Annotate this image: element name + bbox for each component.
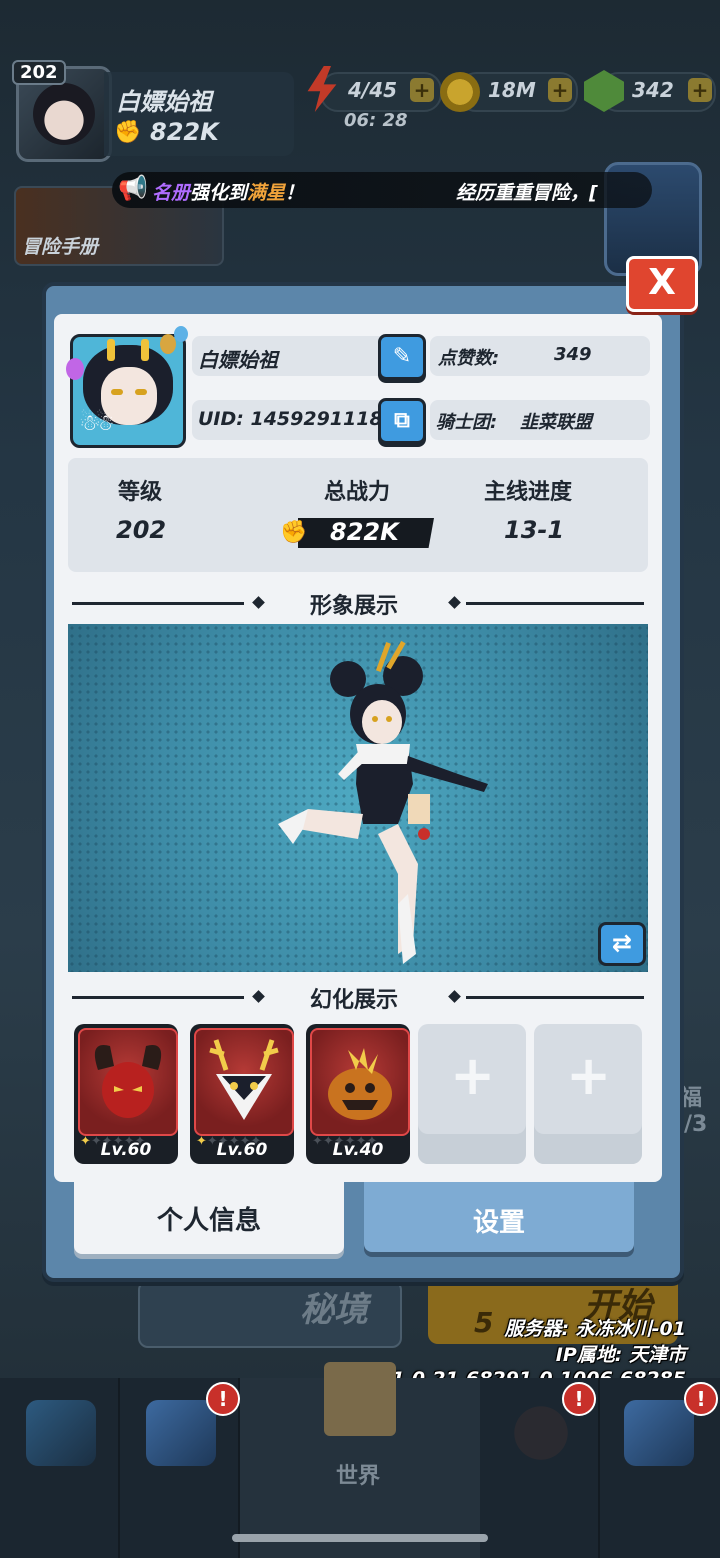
power-value: 822K [330, 518, 399, 546]
gem-value: 342 [632, 78, 674, 102]
handbook-label: 冒险手册 [22, 236, 99, 258]
transform-card[interactable]: ✦✦✦✦✦✦ Lv.60 [190, 1024, 294, 1164]
crystal-icon [26, 1400, 96, 1466]
transform-level: Lv.40 [332, 1140, 384, 1160]
tab-profile[interactable]: 个人信息 [74, 1180, 344, 1254]
profile-name: 白嫖始祖 [198, 348, 278, 372]
announcement-text-2: 经历重重冒险，[ [456, 182, 598, 204]
horned-demon-icon [78, 1028, 178, 1136]
empty-transform-slot[interactable]: + [534, 1024, 642, 1164]
divider-line [72, 996, 244, 999]
uid-text: UID: 1459291118 [198, 408, 383, 430]
transform-card[interactable]: ✦✦✦✦✦✦ Lv.40 [306, 1024, 410, 1164]
avatar-eye [111, 389, 123, 395]
secret-realm-label: 秘境 [300, 1290, 368, 1330]
alert-badge-icon: ! [684, 1382, 718, 1416]
plus-icon: + [450, 1044, 496, 1107]
divider-line [466, 996, 644, 999]
dolls-icon: ☃☃ [79, 411, 115, 436]
balloon-icon [174, 326, 188, 342]
energy-value: 4/45 [348, 78, 398, 102]
avatar-horn [141, 339, 149, 361]
server-name: 服务器: 永冻冰川-01 [504, 1318, 686, 1340]
avatar-horn [107, 339, 115, 361]
likes-value: 349 [554, 344, 592, 365]
coin-plus-button[interactable]: + [548, 78, 572, 102]
transform-title: 幻化展示 [310, 988, 399, 1013]
progress-label: 主线进度 [484, 480, 573, 505]
alert-badge-icon: ! [206, 1382, 240, 1416]
fist-icon: ✊ [280, 520, 308, 545]
plus-icon: + [566, 1044, 612, 1107]
transform-level: Lv.60 [100, 1140, 152, 1160]
shield-upgrade-icon [146, 1400, 216, 1466]
fist-icon: ✊ [114, 120, 142, 145]
avatar-eye [135, 389, 147, 395]
coin-value: 18M [488, 78, 536, 102]
balloon-icon [66, 358, 84, 380]
level-value: 202 [116, 516, 167, 544]
divider-line [72, 602, 244, 605]
level-label: 等级 [118, 480, 163, 505]
hud-player-name: 白嫖始祖 [116, 88, 212, 116]
empty-transform-slot[interactable]: + [418, 1024, 526, 1164]
alert-badge-icon: ! [562, 1382, 596, 1416]
character-figure [278, 640, 488, 964]
announcement-text: 名册强化到满星！ [152, 182, 305, 204]
house-icon [624, 1400, 694, 1466]
energy-timer: 06: 28 [344, 110, 408, 131]
close-button[interactable]: X [626, 256, 698, 312]
copy-icon[interactable]: ⧉ [378, 398, 426, 444]
gem-plus-button[interactable]: + [688, 78, 712, 102]
coin-icon [440, 72, 480, 112]
pumpkin-icon [310, 1028, 410, 1136]
energy-plus-button[interactable]: + [410, 78, 434, 102]
tab-settings[interactable]: 设置 [364, 1182, 634, 1252]
pencil-icon[interactable]: ✎ [378, 334, 426, 380]
map-icon [324, 1362, 396, 1436]
guild-label: 骑士团: [436, 412, 498, 433]
start-cost: 5 [474, 1306, 494, 1339]
transform-card[interactable]: ✦✦✦✦✦✦ Lv.60 [74, 1024, 178, 1164]
tab-settings-label: 设置 [472, 1208, 525, 1238]
hud-power: 822K [150, 118, 219, 146]
swap-icon[interactable]: ⇄ [598, 922, 646, 966]
power-label: 总战力 [324, 480, 391, 505]
guild-name: 韭菜联盟 [520, 412, 592, 433]
character-showcase [68, 624, 648, 972]
ip-location: IP属地: 天津市 [555, 1344, 686, 1366]
likes-label: 点赞数: [438, 348, 500, 369]
transform-level: Lv.60 [216, 1140, 268, 1160]
megaphone-icon: 📢 [118, 174, 148, 202]
progress-value: 13-1 [504, 516, 565, 544]
tab-profile-label: 个人信息 [156, 1206, 261, 1236]
side-label-count: /3 [684, 1112, 708, 1137]
nav-world-label: 世界 [336, 1464, 381, 1489]
hud-level-badge: 202 [12, 60, 66, 85]
divider-line [466, 602, 644, 605]
home-indicator[interactable] [232, 1534, 488, 1542]
appearance-title: 形象展示 [310, 594, 399, 619]
avatar-face [33, 83, 95, 145]
antler-beast-icon [194, 1028, 294, 1136]
